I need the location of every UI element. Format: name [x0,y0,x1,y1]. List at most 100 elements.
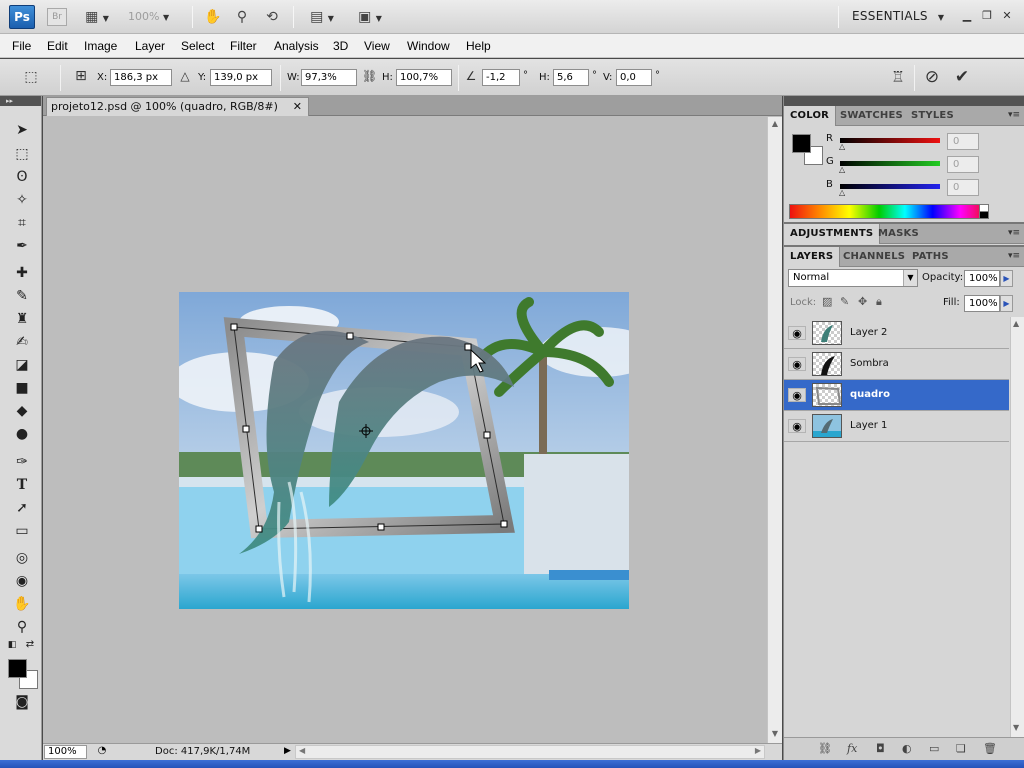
zoom-tool-icon[interactable]: ⚲ [11,617,33,637]
fill-field[interactable]: 100% [964,295,1000,312]
layer-row-quadro[interactable]: ◉ quadro [784,380,1009,411]
menu-edit[interactable]: Edit [47,39,68,53]
opacity-arrow-icon[interactable]: ▶ [1000,270,1013,287]
pen-tool-icon[interactable]: ✑ [11,452,33,472]
path-selection-tool-icon[interactable]: ➚ [11,498,33,518]
marquee-tool-icon[interactable]: ⬚ [11,144,33,164]
close-icon[interactable]: ✕ [293,98,302,116]
menu-image[interactable]: Image [84,39,117,53]
lasso-tool-icon[interactable]: ʘ [11,167,33,187]
tab-styles[interactable]: STYLES [905,106,960,126]
relative-position-icon[interactable]: △ [178,69,192,83]
canvas[interactable] [43,117,766,743]
vertical-skew-field[interactable]: 0,0 [616,69,652,86]
x-position-field[interactable]: 186,3 px [110,69,172,86]
layers-scrollbar[interactable]: ▲ ▼ [1010,317,1024,737]
cancel-transform-icon[interactable]: ⊘ [922,67,942,87]
warp-mode-icon[interactable]: ♖ [888,68,908,86]
screen-mode-button[interactable]: ▣ ▼ [353,8,387,26]
layer-row-layer-2[interactable]: ◉ Layer 2 [784,318,1009,349]
zoom-field[interactable]: 100% [44,745,87,759]
photoshop-logo[interactable]: Ps [9,5,35,29]
hand-tool-icon[interactable]: ✋ [11,594,33,614]
gradient-tool-icon[interactable]: ■ [11,378,33,398]
menu-help[interactable]: Help [466,39,491,53]
3d-orbit-tool-icon[interactable]: ◉ [11,571,33,591]
width-scale-field[interactable]: 97,3% [301,69,357,86]
clone-stamp-tool-icon[interactable]: ♜ [11,309,33,329]
hand-tool-icon[interactable]: ✋ [203,8,223,26]
foreground-color-swatch[interactable] [8,659,27,678]
reference-point-icon[interactable]: ⊞ [70,68,92,88]
menu-analysis[interactable]: Analysis [274,39,319,53]
green-value-field[interactable]: 0 [947,156,979,173]
blur-tool-icon[interactable]: ◆ [11,401,33,421]
link-aspect-icon[interactable]: ⛓ [362,69,377,83]
slider-thumb-icon[interactable]: △ [839,188,845,197]
tab-swatches[interactable]: SWATCHES [834,106,909,126]
minimize-icon[interactable]: ▁ [960,9,974,23]
document-tab[interactable]: projeto12.psd @ 100% (quadro, RGB/8#) ✕ [46,97,309,116]
fill-arrow-icon[interactable]: ▶ [1000,295,1013,312]
scroll-down-icon[interactable]: ▼ [770,729,780,739]
lock-position-icon[interactable]: ✥ [858,295,867,308]
y-position-field[interactable]: 139,0 px [210,69,272,86]
layer-row-layer-1[interactable]: ◉ Layer 1 [784,411,1009,442]
eye-icon[interactable]: ◉ [788,357,806,371]
lock-transparency-icon[interactable]: ▨ [822,295,832,308]
history-brush-tool-icon[interactable]: ✍ [11,332,33,352]
healing-brush-tool-icon[interactable]: ✚ [11,263,33,283]
layer-style-icon[interactable]: fx [847,742,857,755]
zoom-tool-icon[interactable]: ⚲ [232,8,252,26]
rotate-view-icon[interactable]: ⟲ [262,8,282,26]
red-value-field[interactable]: 0 [947,133,979,150]
scroll-left-icon[interactable]: ◀ [299,746,305,755]
link-layers-icon[interactable]: ⛓ [818,742,832,755]
tab-layers[interactable]: LAYERS [784,247,841,267]
new-group-icon[interactable]: ▭ [929,742,939,755]
rectangle-shape-tool-icon[interactable]: ▭ [11,521,33,541]
menu-view[interactable]: View [364,39,390,53]
crop-tool-icon[interactable]: ⌗ [11,213,33,233]
slider-thumb-icon[interactable]: △ [839,142,845,151]
panel-menu-icon[interactable]: ▾≡ [1008,228,1020,238]
transform-tool-preset-icon[interactable]: ⬚ [20,69,42,87]
blue-value-field[interactable]: 0 [947,179,979,196]
view-extras-button[interactable]: ▦ ▼ [82,8,112,26]
scroll-up-icon[interactable]: ▲ [1013,319,1019,328]
restore-icon[interactable]: ❐ [980,9,994,23]
bridge-button[interactable]: Br [47,8,67,26]
panel-dock-handle[interactable] [784,96,1024,106]
layer-row-sombra[interactable]: ◉ Sombra [784,349,1009,380]
eyedropper-tool-icon[interactable]: ✒ [11,236,33,256]
type-tool-icon[interactable]: T [11,475,33,495]
zoom-level-dropdown[interactable]: 100% ▼ [128,9,184,25]
brush-tool-icon[interactable]: ✎ [11,286,33,306]
toolbox-collapse-handle[interactable]: ▸▸ [0,96,41,106]
adjustment-layer-icon[interactable]: ◐ [902,742,912,755]
close-icon[interactable]: ✕ [1000,9,1014,23]
default-colors-icon[interactable]: ◧ [6,639,18,651]
workspace-switcher[interactable]: ESSENTIALS ▼ [852,9,944,23]
black-white-ramp[interactable] [979,204,989,219]
tab-paths[interactable]: PATHS [906,247,955,267]
scroll-up-icon[interactable]: ▲ [770,119,780,129]
tab-adjustments[interactable]: ADJUSTMENTS [784,224,881,244]
dodge-tool-icon[interactable]: ● [11,424,33,444]
eye-icon[interactable]: ◉ [788,419,806,433]
panel-menu-icon[interactable]: ▾≡ [1008,251,1020,261]
rotation-angle-field[interactable]: -1,2 [482,69,520,86]
lock-all-icon[interactable]: 🔒︎ [876,295,882,309]
menu-3d[interactable]: 3D [333,39,348,53]
panel-menu-icon[interactable]: ▾≡ [1008,110,1020,120]
status-options-icon[interactable]: ◔ [95,745,109,759]
eraser-tool-icon[interactable]: ◪ [11,355,33,375]
status-menu-arrow-icon[interactable]: ▶ [284,746,291,756]
new-layer-icon[interactable]: ❏ [956,742,966,755]
menu-window[interactable]: Window [407,39,450,53]
scroll-down-icon[interactable]: ▼ [1013,723,1019,732]
3d-rotate-tool-icon[interactable]: ◎ [11,548,33,568]
move-tool-icon[interactable]: ➤ [11,120,33,140]
swap-colors-icon[interactable]: ⇄ [24,639,36,651]
menu-file[interactable]: File [12,39,31,53]
